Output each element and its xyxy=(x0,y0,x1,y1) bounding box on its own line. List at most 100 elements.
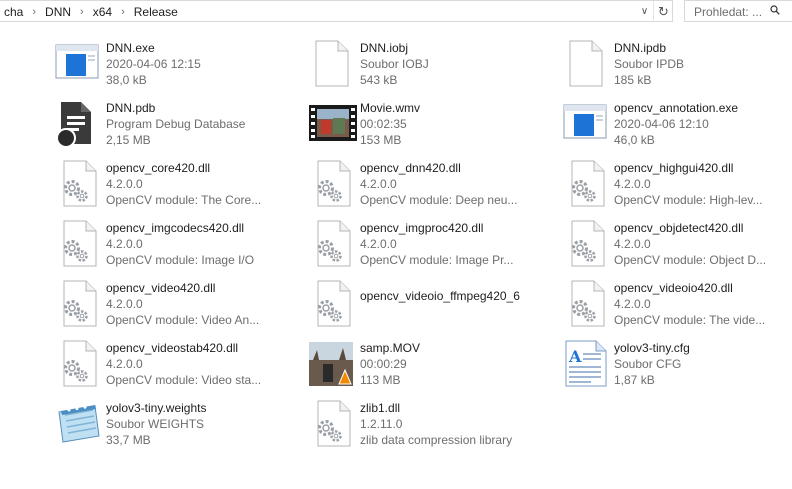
file-description: OpenCV module: Image I/O xyxy=(106,253,255,267)
file-name: opencv_videoio420.dll xyxy=(614,281,733,295)
file-detail: Soubor IPDB xyxy=(614,57,685,71)
file-description: OpenCV module: Image Pr... xyxy=(360,253,514,267)
breadcrumb-separator-icon[interactable]: › xyxy=(116,6,130,18)
search-box[interactable]: Prohledat: ... xyxy=(684,0,792,22)
file-description: OpenCV module: Object D... xyxy=(614,253,767,267)
file-version: 4.2.0.0 xyxy=(106,237,143,251)
file-detail: 00:02:35 xyxy=(360,117,407,131)
file-item[interactable]: opencv_annotation.exe 2020-04-06 12:10 4… xyxy=(563,100,792,158)
file-detail: 2020-04-06 12:10 xyxy=(614,117,709,131)
file-item[interactable]: opencv_objdetect420.dll 4.2.0.0 OpenCV m… xyxy=(563,220,792,278)
file-name: DNN.pdb xyxy=(106,101,156,115)
file-item[interactable]: zlib1.dll 1.2.11.0 zlib data compression… xyxy=(309,400,549,458)
search-placeholder: Prohledat: ... xyxy=(694,5,763,19)
file-size: 38,0 kB xyxy=(106,73,147,87)
file-version: 4.2.0.0 xyxy=(614,297,651,311)
dll-gear-icon xyxy=(317,220,351,267)
file-description: OpenCV module: Deep neu... xyxy=(360,193,518,207)
file-description: zlib data compression library xyxy=(360,433,513,447)
file-version: 4.2.0.0 xyxy=(360,237,397,251)
dll-gear-icon xyxy=(317,160,351,207)
file-size: 153 MB xyxy=(360,133,402,147)
file-item[interactable]: opencv_videostab420.dll 4.2.0.0 OpenCV m… xyxy=(55,340,295,398)
file-item[interactable]: DNN.exe 2020-04-06 12:15 38,0 kB xyxy=(55,40,295,98)
file-item[interactable]: DNN.ipdb Soubor IPDB 185 kB xyxy=(563,40,792,98)
breadcrumb-separator-icon[interactable]: › xyxy=(75,6,89,18)
dll-gear-icon xyxy=(63,160,97,207)
file-item[interactable]: opencv_dnn420.dll 4.2.0.0 OpenCV module:… xyxy=(309,160,549,218)
dll-gear-icon xyxy=(63,220,97,267)
dll-gear-icon xyxy=(63,280,97,327)
file-size: 33,7 MB xyxy=(106,433,151,447)
dll-gear-icon xyxy=(571,220,605,267)
breadcrumb-item[interactable]: DNN xyxy=(41,5,75,19)
file-name: opencv_dnn420.dll xyxy=(360,161,461,175)
file-version: 4.2.0.0 xyxy=(106,297,143,311)
file-version: 4.2.0.0 xyxy=(614,177,651,191)
file-version: 4.2.0.0 xyxy=(106,177,143,191)
file-name: yolov3-tiny.weights xyxy=(106,401,207,415)
file-item[interactable]: opencv_highgui420.dll 4.2.0.0 OpenCV mod… xyxy=(563,160,792,218)
text-document-icon: A xyxy=(565,340,607,387)
exe-window-icon xyxy=(563,104,607,139)
file-version: 4.2.0.0 xyxy=(106,357,143,371)
file-name: yolov3-tiny.cfg xyxy=(614,341,690,355)
blank-file-icon xyxy=(569,40,603,87)
notepad-icon xyxy=(58,405,100,443)
file-name: opencv_core420.dll xyxy=(106,161,211,175)
file-name: DNN.exe xyxy=(106,41,155,55)
file-item[interactable]: DNN.iobj Soubor IOBJ 543 kB xyxy=(309,40,549,98)
file-name: opencv_highgui420.dll xyxy=(614,161,734,175)
breadcrumb-item[interactable]: cha xyxy=(0,5,27,19)
file-size: 46,0 kB xyxy=(614,133,655,147)
address-bar[interactable]: cha › DNN › x64 › Release ∨ ↻ xyxy=(0,0,673,22)
file-item[interactable]: opencv_imgproc420.dll 4.2.0.0 OpenCV mod… xyxy=(309,220,549,278)
dll-gear-icon xyxy=(317,280,351,327)
file-description: OpenCV module: High-lev... xyxy=(614,193,763,207)
file-version: 1.2.11.0 xyxy=(360,417,403,431)
breadcrumb: cha › DNN › x64 › Release xyxy=(0,4,182,20)
file-item[interactable]: opencv_videoio420.dll 4.2.0.0 OpenCV mod… xyxy=(563,280,792,338)
file-item[interactable]: opencv_video420.dll 4.2.0.0 OpenCV modul… xyxy=(55,280,295,338)
file-detail: Program Debug Database xyxy=(106,117,246,131)
file-name: opencv_videoio_ffmpeg420_64.dll xyxy=(360,289,520,303)
file-size: 185 kB xyxy=(614,73,652,87)
file-name: DNN.iobj xyxy=(360,41,409,55)
breadcrumb-item[interactable]: Release xyxy=(130,5,182,19)
dll-gear-icon xyxy=(571,160,605,207)
file-size: 2,15 MB xyxy=(106,133,151,147)
file-item[interactable]: DNN.pdb Program Debug Database 2,15 MB xyxy=(55,100,295,158)
video-thumbnail-icon xyxy=(309,105,357,141)
file-version: 4.2.0.0 xyxy=(614,237,651,251)
pdb-file-icon xyxy=(56,102,91,148)
file-name: opencv_imgcodecs420.dll xyxy=(106,221,245,235)
file-description: OpenCV module: Video An... xyxy=(106,313,260,327)
file-name: opencv_videostab420.dll xyxy=(106,341,239,355)
video-thumbnail-icon xyxy=(309,342,353,386)
file-item[interactable]: samp.MOV 00:00:29 113 MB xyxy=(309,340,549,398)
file-name: opencv_objdetect420.dll xyxy=(614,221,744,235)
exe-window-icon xyxy=(55,44,99,79)
dll-gear-icon xyxy=(317,400,351,447)
file-detail: Soubor WEIGHTS xyxy=(106,417,205,431)
file-item[interactable]: opencv_videoio_ffmpeg420_64.dll xyxy=(309,280,549,338)
file-item[interactable]: opencv_core420.dll 4.2.0.0 OpenCV module… xyxy=(55,160,295,218)
file-name: opencv_imgproc420.dll xyxy=(360,221,484,235)
file-item[interactable]: yolov3-tiny.weights Soubor WEIGHTS 33,7 … xyxy=(55,400,295,458)
file-name: DNN.ipdb xyxy=(614,41,667,55)
file-detail: Soubor CFG xyxy=(614,357,682,371)
search-icon[interactable] xyxy=(770,5,780,15)
file-detail: Soubor IOBJ xyxy=(360,57,429,71)
file-name: zlib1.dll xyxy=(360,401,401,415)
chevron-down-icon[interactable]: ∨ xyxy=(635,1,654,22)
file-size: 1,87 kB xyxy=(614,373,655,387)
file-detail: 00:00:29 xyxy=(360,357,407,371)
refresh-icon[interactable]: ↻ xyxy=(653,1,673,22)
breadcrumb-separator-icon[interactable]: › xyxy=(27,6,41,18)
file-item[interactable]: opencv_imgcodecs420.dll 4.2.0.0 OpenCV m… xyxy=(55,220,295,278)
address-toolbar: cha › DNN › x64 › Release ∨ ↻ Prohledat:… xyxy=(0,0,792,24)
breadcrumb-item[interactable]: x64 xyxy=(89,5,116,19)
file-item[interactable]: Movie.wmv 00:02:35 153 MB xyxy=(309,100,549,158)
file-item[interactable]: A yolov3-tiny.cfg Soubor CFG 1,87 kB xyxy=(563,340,792,398)
file-description: OpenCV module: Video sta... xyxy=(106,373,262,387)
